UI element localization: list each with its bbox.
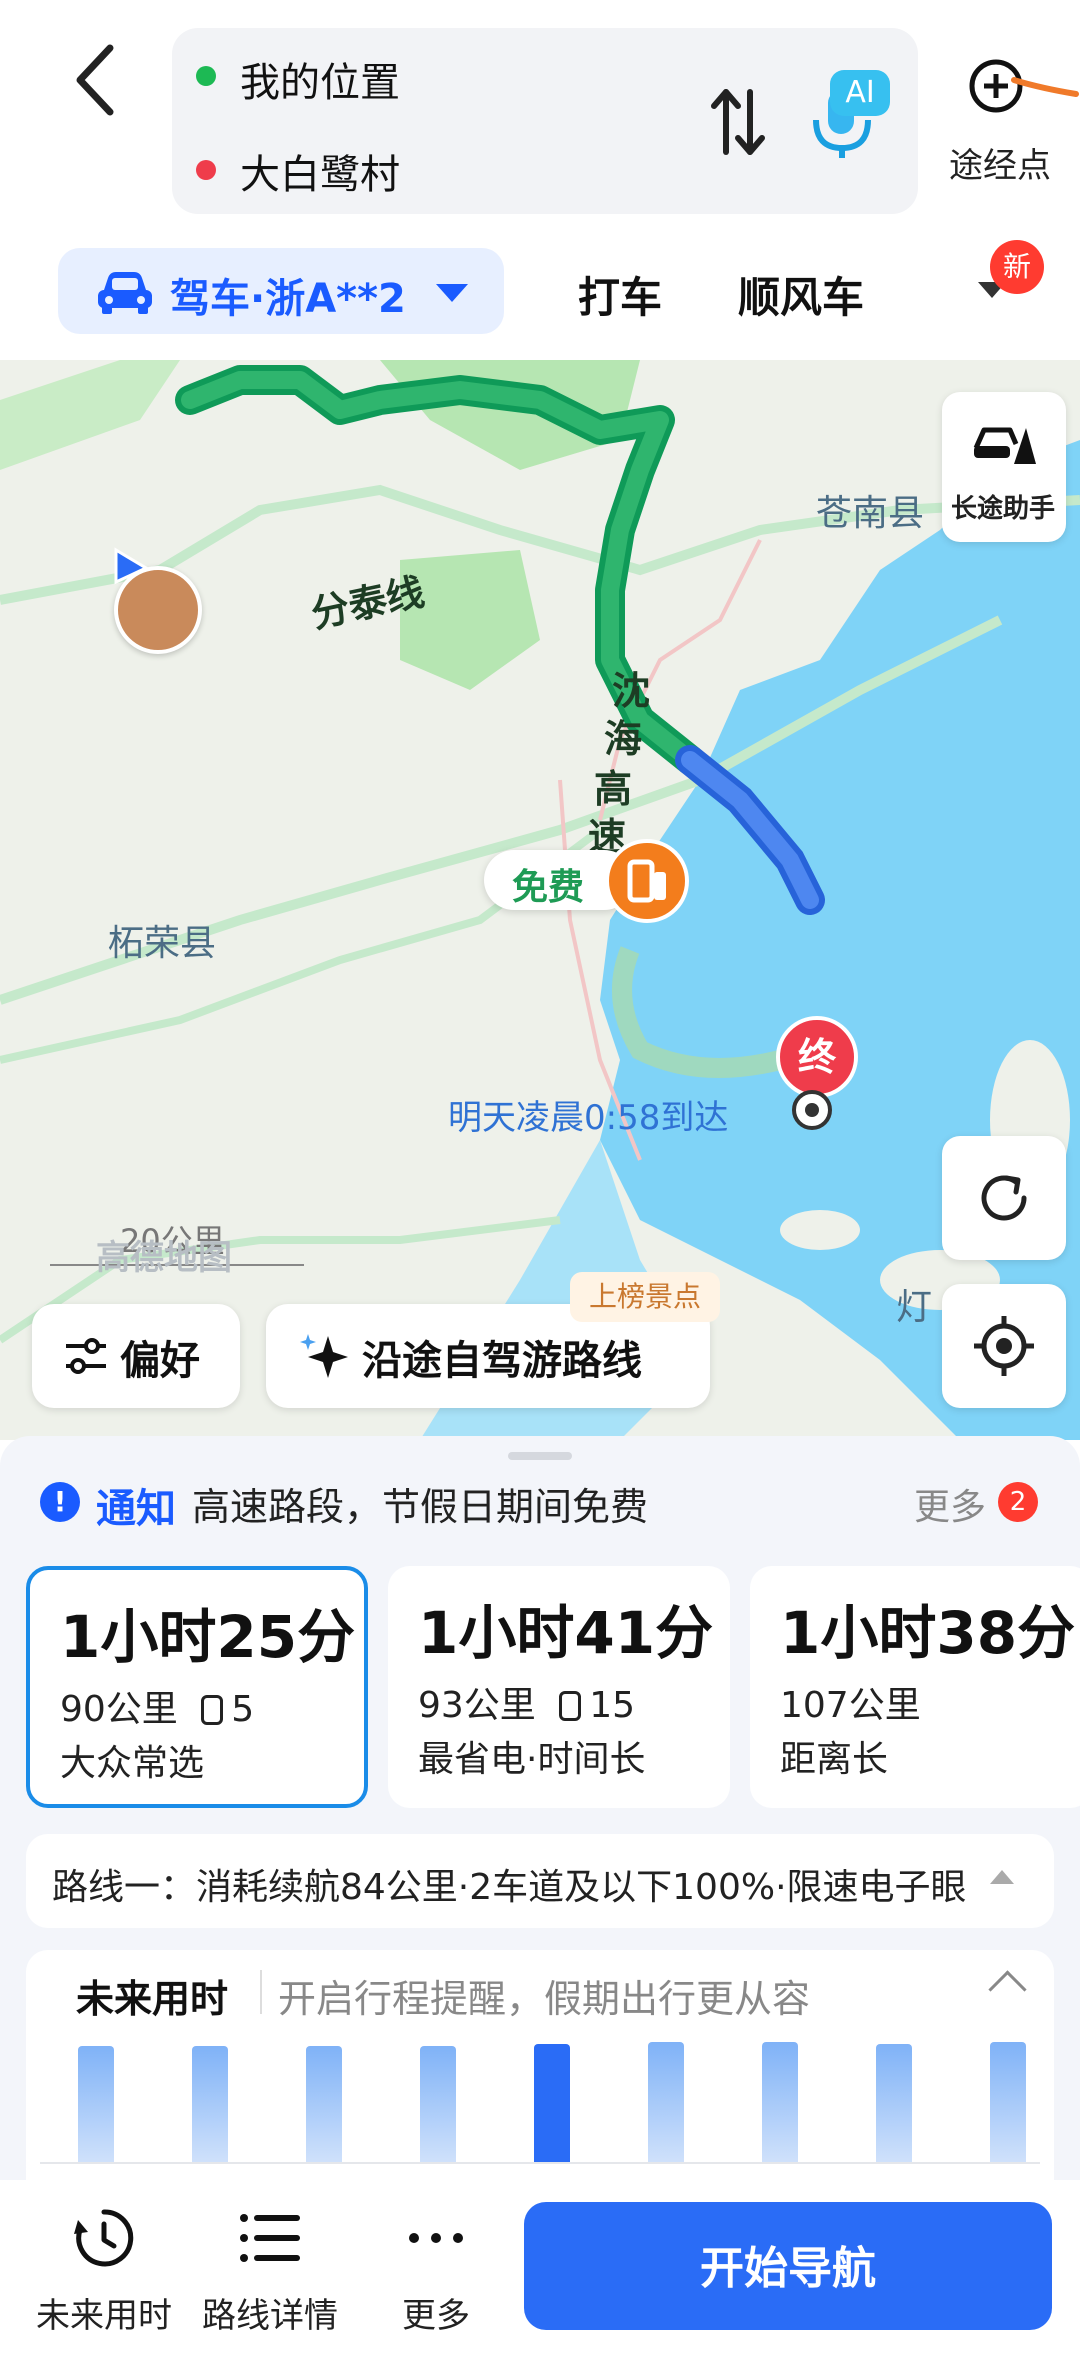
toll-station-icon[interactable]	[604, 838, 690, 924]
preference-label: 偏好	[120, 1338, 200, 1384]
notice-text[interactable]: 高速路段，节假日期间免费	[192, 1476, 648, 1531]
start-direction-icon	[114, 547, 150, 585]
notice-count-badge: 2	[998, 1482, 1038, 1522]
route-distance: 93公里	[418, 1685, 536, 1726]
future-time-bar[interactable]	[420, 2046, 456, 2162]
destination-field[interactable]: 大白鹭村	[240, 142, 400, 200]
rank-badge: 上榜景点	[570, 1272, 720, 1322]
road-label-shenhai-2: 海	[604, 717, 643, 761]
destination-point-icon	[792, 1090, 832, 1130]
bars-baseline	[40, 2162, 1040, 2164]
map-watermark: 高德地图	[96, 1238, 232, 1278]
toll-free-label: 免费	[512, 867, 585, 908]
chevron-down-icon[interactable]	[436, 284, 468, 302]
map-label-lighthouse: 灯	[896, 1287, 933, 1328]
refresh-icon	[981, 1175, 1027, 1221]
route-summary-text: 路线一：消耗续航84公里·2车道及以下100%·限速电子眼	[52, 1867, 967, 1908]
future-time-bar[interactable]	[762, 2042, 798, 2162]
selfdrive-route-label: 沿途自驾游路线	[362, 1338, 642, 1384]
route-distance-line: 93公里 15	[418, 1676, 635, 1728]
sheet-handle[interactable]	[508, 1452, 572, 1460]
route-distance: 90公里	[60, 1689, 178, 1730]
future-time-bar[interactable]	[306, 2046, 342, 2162]
back-arrow-icon[interactable]	[62, 40, 132, 120]
long-trip-icon	[973, 427, 1036, 464]
driving-mode-label[interactable]: 驾车·浙A**2	[170, 266, 406, 324]
future-time-bar[interactable]	[648, 2042, 684, 2162]
map-label-cangnan: 苍南县	[816, 493, 925, 534]
divider	[260, 1970, 262, 2014]
list-icon[interactable]	[238, 2210, 302, 2266]
route-tag: 大众常选	[60, 1743, 205, 1784]
arrival-time: 明天凌晨0:58到达	[448, 1098, 729, 1138]
route-time: 1小时38分	[780, 1599, 1076, 1667]
sparkle-icon	[300, 1334, 348, 1378]
long-trip-assistant-label: 长途助手	[950, 494, 1055, 524]
route-card-2[interactable]: 1小时41分 93公里 15 最省电·时间长	[388, 1566, 730, 1808]
route-time: 1小时25分	[60, 1603, 356, 1671]
new-badge: 新	[990, 240, 1044, 294]
forest-area	[0, 360, 180, 470]
notice-more-link[interactable]: 更多	[914, 1478, 986, 1530]
notice-title: 通知	[96, 1486, 176, 1532]
route-time: 1小时41分	[418, 1599, 714, 1667]
origin-field[interactable]: 我的位置	[240, 50, 400, 108]
ai-badge[interactable]: AI	[830, 70, 890, 116]
origin-dot-icon	[196, 66, 216, 86]
island	[780, 1210, 860, 1250]
future-time-bar[interactable]	[990, 2042, 1026, 2162]
future-time-bar[interactable]	[78, 2046, 114, 2162]
future-time-title: 未来用时	[76, 1977, 229, 2021]
traffic-light-count: 15	[589, 1685, 636, 1726]
tab-carpool[interactable]: 顺风车	[738, 264, 864, 325]
nav-more[interactable]: 更多	[336, 2288, 536, 2337]
info-icon: !	[40, 1482, 80, 1522]
future-time-bar-current[interactable]	[534, 2044, 570, 2162]
locate-icon	[974, 1316, 1034, 1376]
start-navigation-label: 开始导航	[700, 2243, 876, 2294]
clock-history-icon[interactable]	[72, 2206, 136, 2270]
future-time-bar[interactable]	[876, 2044, 912, 2162]
map-label-zherong: 柘荣县	[108, 923, 217, 964]
traffic-light-icon	[201, 1695, 224, 1725]
route-tag: 距离长	[780, 1739, 889, 1780]
expand-up-icon[interactable]	[990, 1870, 1014, 1884]
future-time-bar[interactable]	[192, 2046, 228, 2162]
route-distance-line: 90公里 5	[60, 1680, 254, 1732]
road-label-shenhai-3: 高	[594, 767, 633, 811]
road-label-shenhai-1: 沈	[612, 669, 651, 713]
swap-icon[interactable]	[710, 86, 766, 158]
forest-area	[400, 550, 540, 690]
traffic-light-count: 5	[231, 1689, 255, 1730]
filter-sliders-icon	[66, 1338, 106, 1374]
route-card-3[interactable]: 1小时38分 107公里 距离长	[750, 1566, 1080, 1808]
traffic-light-icon	[559, 1691, 582, 1721]
more-dots-icon[interactable]	[406, 2228, 466, 2248]
route-tag: 最省电·时间长	[418, 1739, 646, 1780]
destination-marker[interactable]: 终	[776, 1016, 858, 1098]
car-icon	[98, 272, 152, 314]
route-card-1[interactable]: 1小时25分 90公里 5 大众常选	[26, 1566, 368, 1808]
destination-dot-icon	[196, 160, 216, 180]
annotation-stroke	[1011, 77, 1079, 97]
tab-taxi[interactable]: 打车	[578, 264, 662, 325]
waypoint-label[interactable]: 途经点	[940, 138, 1060, 187]
route-distance: 107公里	[780, 1685, 921, 1726]
trip-reminder-text[interactable]: 开启行程提醒，假期出行更从容	[278, 1968, 810, 2023]
